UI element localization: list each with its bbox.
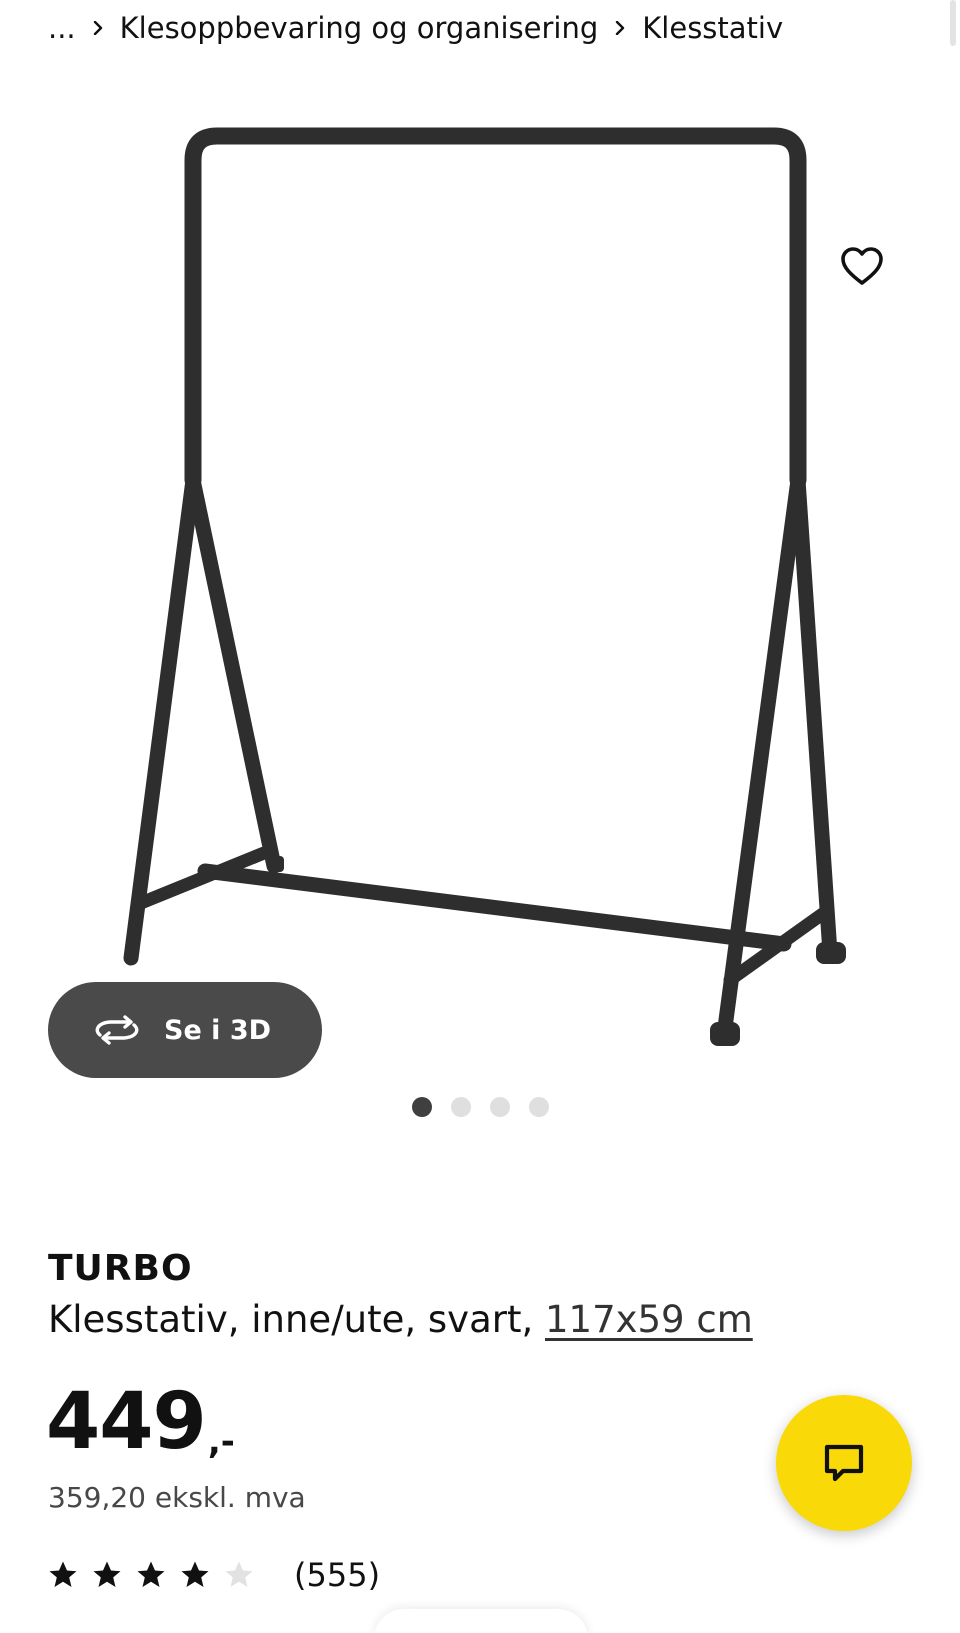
chat-bubble-icon [824,1444,864,1482]
review-count: (555) [294,1556,381,1594]
star-filled-icon [137,1561,165,1587]
product-measure-link[interactable]: 117x59 cm [545,1298,753,1341]
carousel-dot-3[interactable] [490,1097,510,1117]
rating-stars [48,1560,254,1590]
chat-button[interactable] [776,1395,912,1531]
breadcrumb-item-clothes-rack[interactable]: Klesstativ [642,11,783,45]
breadcrumb-item-clothes-storage[interactable]: Klesoppbevaring og organisering [120,11,599,45]
carousel-pagination [412,1097,549,1117]
chevron-right-icon [76,21,120,35]
star-filled-icon [181,1561,209,1587]
price-excluding-vat: 359,20 ekskl. mva [48,1481,306,1514]
carousel-dot-4[interactable] [529,1097,549,1117]
price-suffix: ,- [207,1422,235,1462]
carousel-dot-1[interactable] [412,1097,432,1117]
view-in-3d-label: Se i 3D [164,1014,272,1046]
product-image-carousel[interactable]: Se i 3D [0,60,960,1078]
carousel-dot-2[interactable] [451,1097,471,1117]
product-description: Klesstativ, inne/ute, svart, 117x59 cm [48,1298,753,1341]
bottom-sheet-handle[interactable] [374,1609,588,1633]
heart-outline-icon [841,247,883,285]
breadcrumb-ellipsis[interactable]: ... [48,11,76,45]
product-page: ... Klesoppbevaring og organisering Kles… [0,0,960,1633]
scrollbar[interactable] [950,0,956,46]
price-integer: 449 [46,1377,207,1467]
product-rating[interactable]: (555) [48,1556,380,1594]
breadcrumb: ... Klesoppbevaring og organisering Kles… [48,6,783,50]
product-name: TURBO [48,1248,193,1289]
view-in-3d-button[interactable]: Se i 3D [48,982,322,1078]
favorite-button[interactable] [834,238,890,294]
product-price: 449 ,- [46,1383,235,1461]
product-description-text: Klesstativ, inne/ute, svart, [48,1298,545,1341]
rotate-3d-icon [95,1015,139,1045]
star-filled-icon [93,1561,121,1587]
chevron-right-icon [598,21,642,35]
product-image-clothes-rack [123,127,846,1046]
star-empty-icon [225,1561,253,1587]
star-filled-icon [49,1561,77,1587]
